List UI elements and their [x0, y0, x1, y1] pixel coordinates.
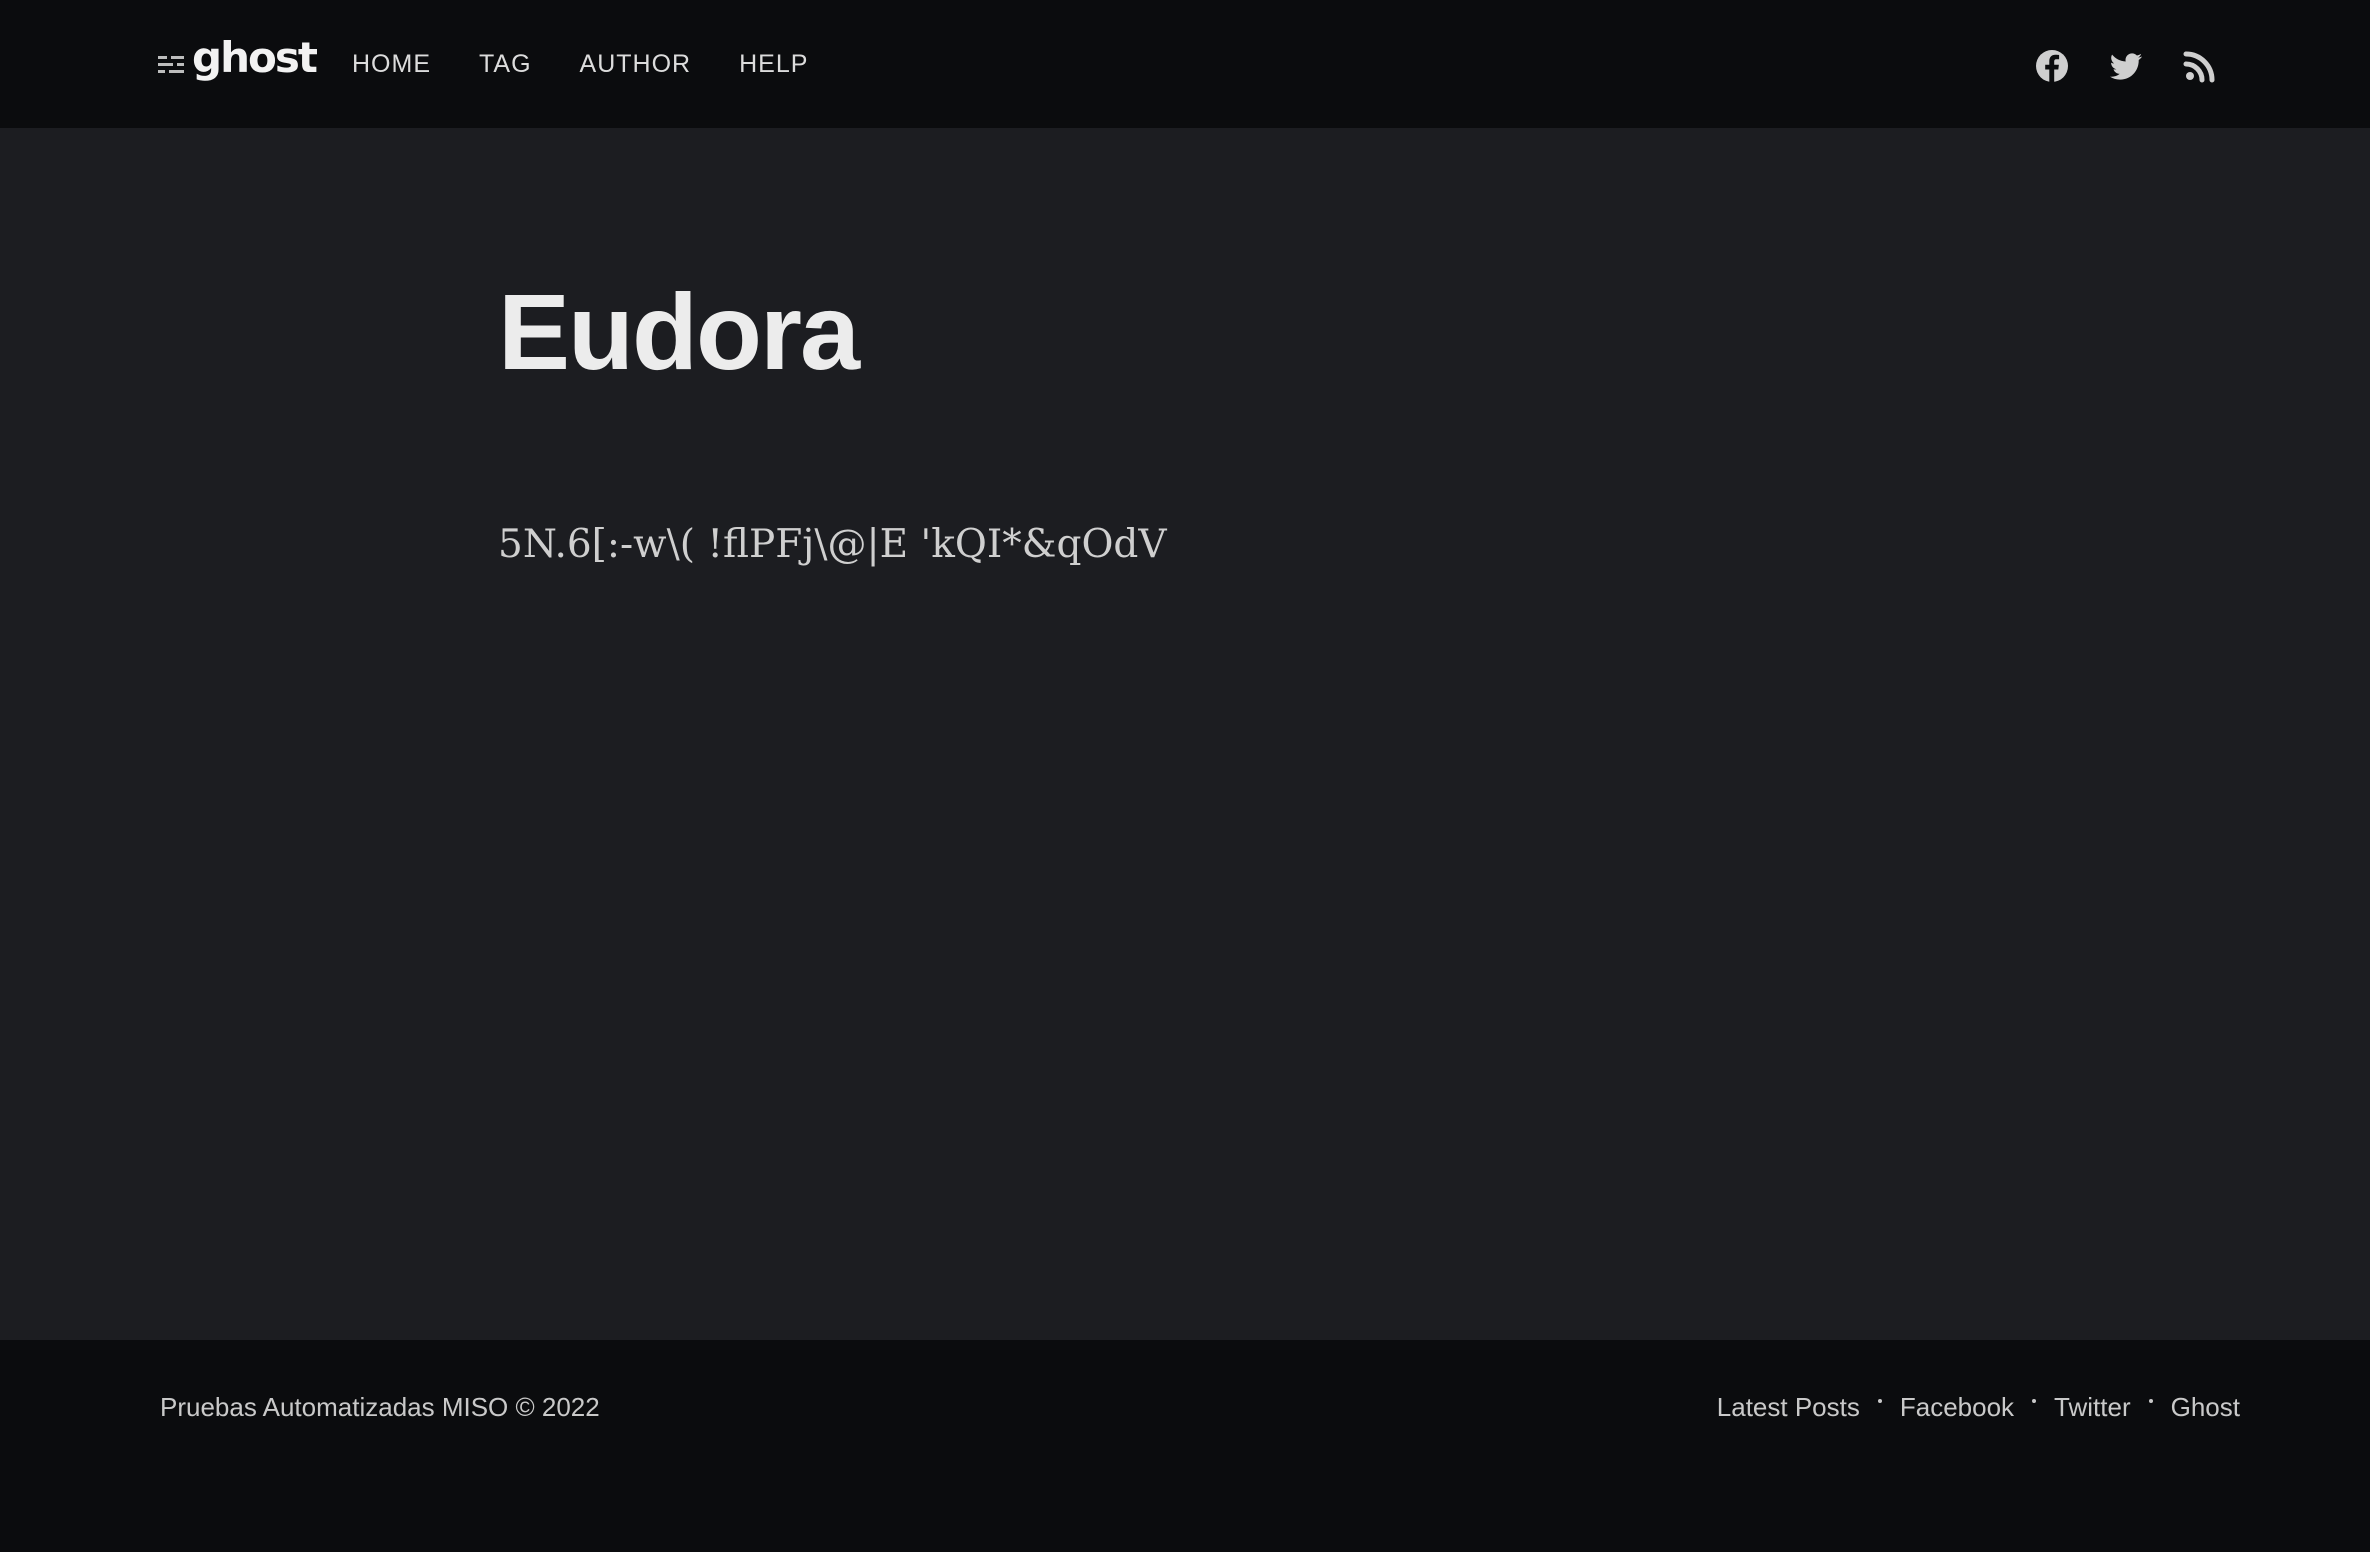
nav-author[interactable]: AUTHOR — [580, 40, 692, 88]
post-content: 5N.6[:-w\( !flPFj\@|E 'kQI*&qOdV — [498, 522, 1167, 567]
footer-link-facebook[interactable]: Facebook — [1900, 1390, 2014, 1424]
main-content: Eudora 5N.6[:-w\( !flPFj\@|E 'kQI*&qOdV — [0, 128, 2370, 1340]
nav-tag[interactable]: TAG — [479, 40, 532, 88]
facebook-link[interactable] — [2032, 46, 2072, 86]
twitter-icon — [2109, 53, 2142, 80]
nav-help[interactable]: HELP — [739, 40, 808, 88]
footer-link-ghost[interactable]: Ghost — [2171, 1390, 2240, 1424]
separator-dot — [2032, 1399, 2037, 1403]
rss-icon — [2183, 51, 2215, 83]
footer-nav: Latest Posts Facebook Twitter Ghost — [1717, 1390, 2240, 1424]
menu-lines-icon — [158, 56, 184, 73]
separator-dot — [2148, 1399, 2153, 1403]
logo-wordmark: ghost — [192, 33, 318, 82]
site-header: ghost HOME TAG AUTHOR HELP — [0, 0, 2370, 128]
rss-link[interactable] — [2180, 46, 2220, 86]
copyright-text: Pruebas Automatizadas MISO © 2022 — [160, 1392, 600, 1422]
site-logo[interactable]: ghost — [158, 33, 318, 90]
nav-home[interactable]: HOME — [352, 40, 431, 88]
site-footer: Pruebas Automatizadas MISO © 2022 Latest… — [0, 1340, 2370, 1552]
separator-dot — [1877, 1399, 1882, 1403]
social-links — [2032, 45, 2220, 87]
twitter-link[interactable] — [2106, 46, 2146, 86]
facebook-icon — [2036, 50, 2068, 82]
footer-link-twitter[interactable]: Twitter — [2054, 1390, 2131, 1424]
main-nav: HOME TAG AUTHOR HELP — [352, 40, 856, 88]
footer-link-latest-posts[interactable]: Latest Posts — [1717, 1390, 1860, 1424]
page-title: Eudora — [498, 271, 860, 392]
